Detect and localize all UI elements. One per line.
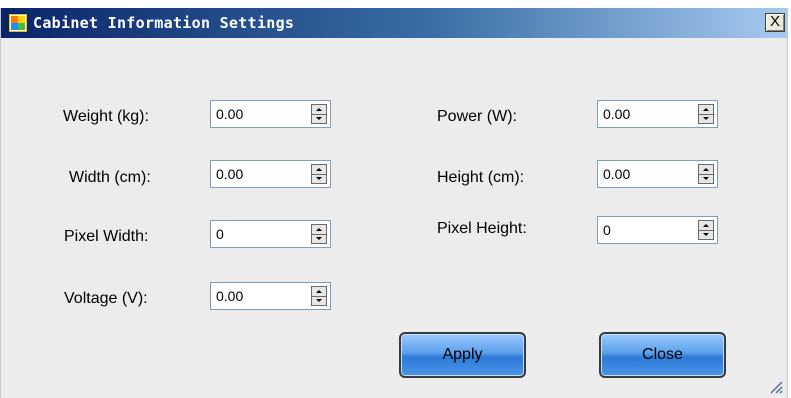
arrow-up-icon	[316, 108, 322, 111]
pixel-height-value[interactable]: 0	[603, 222, 611, 238]
arrow-up-icon	[703, 108, 709, 111]
window-title: Cabinet Information Settings	[33, 14, 295, 32]
voltage-value[interactable]: 0.00	[216, 288, 243, 304]
window-close-button[interactable]: X	[765, 13, 785, 32]
arrow-down-icon	[703, 233, 709, 236]
power-stepper[interactable]: 0.00	[597, 100, 718, 128]
arrow-down-icon	[316, 237, 322, 240]
width-label: Width (cm):	[69, 169, 151, 186]
height-label: Height (cm):	[437, 169, 525, 186]
voltage-stepper[interactable]: 0.00	[210, 282, 331, 310]
pixel-width-label: Pixel Width:	[64, 228, 149, 245]
close-button[interactable]: Close	[599, 332, 726, 378]
weight-stepper[interactable]: 0.00	[210, 100, 331, 128]
voltage-decrement-button[interactable]	[312, 296, 326, 305]
height-value[interactable]: 0.00	[603, 166, 630, 182]
arrow-down-icon	[703, 177, 709, 180]
pixel-width-decrement-button[interactable]	[312, 234, 326, 243]
arrow-up-icon	[316, 168, 322, 171]
apply-button[interactable]: Apply	[399, 332, 526, 378]
pixel-width-stepper[interactable]: 0	[210, 220, 331, 248]
voltage-label: Voltage (V):	[64, 290, 148, 307]
width-value[interactable]: 0.00	[216, 166, 243, 182]
arrow-down-icon	[316, 299, 322, 302]
arrow-up-icon	[703, 168, 709, 171]
resize-grip-icon[interactable]	[767, 378, 783, 394]
arrow-down-icon	[316, 117, 322, 120]
pixel-height-stepper[interactable]: 0	[597, 216, 718, 244]
width-stepper[interactable]: 0.00	[210, 160, 331, 188]
pixel-height-label: Pixel Height:	[437, 220, 527, 237]
height-stepper[interactable]: 0.00	[597, 160, 718, 188]
weight-decrement-button[interactable]	[312, 114, 326, 123]
arrow-up-icon	[316, 228, 322, 231]
power-value[interactable]: 0.00	[603, 106, 630, 122]
arrow-down-icon	[316, 177, 322, 180]
cabinet-settings-dialog: Cabinet Information Settings X Weight (k…	[0, 8, 788, 398]
app-icon	[9, 14, 27, 32]
height-decrement-button[interactable]	[699, 174, 713, 183]
width-decrement-button[interactable]	[312, 174, 326, 183]
weight-label: Weight (kg):	[63, 108, 149, 125]
power-label: Power (W):	[437, 108, 517, 125]
arrow-up-icon	[316, 290, 322, 293]
arrow-down-icon	[703, 117, 709, 120]
weight-value[interactable]: 0.00	[216, 106, 243, 122]
arrow-up-icon	[703, 224, 709, 227]
pixel-width-value[interactable]: 0	[216, 226, 224, 242]
title-bar[interactable]: Cabinet Information Settings X	[1, 8, 787, 38]
power-decrement-button[interactable]	[699, 114, 713, 123]
pixel-height-decrement-button[interactable]	[699, 230, 713, 239]
